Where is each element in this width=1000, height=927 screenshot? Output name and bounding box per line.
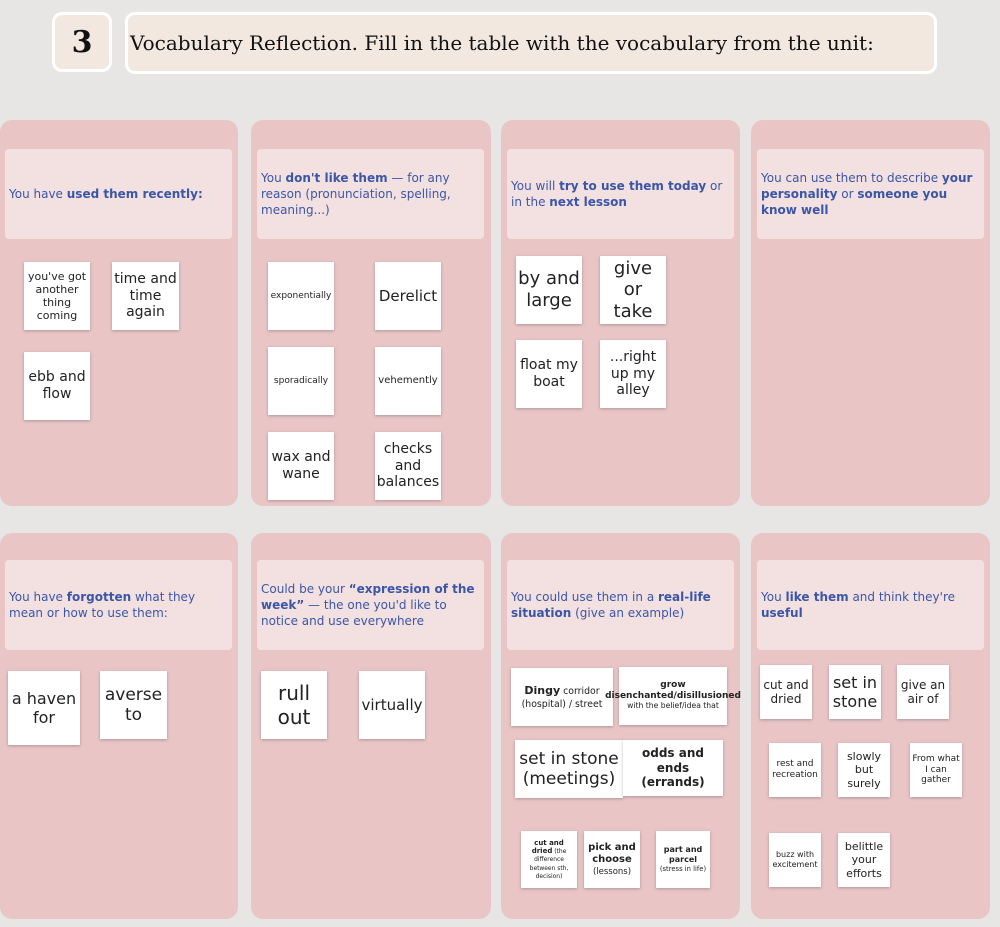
vocab-text: float my boat — [520, 357, 578, 390]
header-text-segment: next lesson — [549, 195, 627, 209]
header-text-segment: You can use them to describe — [761, 171, 942, 185]
vocab-text: set in stone — [832, 672, 878, 711]
vocab-text: you've got another thing coming — [27, 269, 87, 323]
vocab-text: a haven for — [11, 688, 77, 727]
vocab-text: rull out — [277, 681, 311, 729]
vocab-text: give an air of — [900, 677, 946, 706]
vocab-sticky-note[interactable]: ...right up my alley — [600, 340, 666, 408]
category-header-4: You can use them to describe your person… — [757, 149, 984, 239]
vocab-sticky-note[interactable]: give an air of — [897, 665, 949, 719]
vocab-sticky-note[interactable]: time and time again — [112, 262, 179, 330]
category-header-7: You could use them in a real-life situat… — [507, 560, 734, 650]
vocab-text: Derelict — [378, 287, 438, 305]
vocab-text-segment: odds and ends (errands) — [641, 746, 705, 790]
vocab-text-segment: grow disenchanted/disillusioned — [605, 679, 741, 701]
header-text-segment: You — [261, 171, 286, 185]
vocab-sticky-note[interactable]: checks and balances — [375, 432, 441, 500]
vocab-sticky-note[interactable]: belittle your efforts — [838, 833, 890, 887]
vocab-sticky-note[interactable]: odds and ends (errands) — [623, 740, 723, 796]
category-header-6: Could be your “expression of the week” —… — [257, 560, 484, 650]
vocab-text-segment: Dingy — [524, 683, 561, 697]
vocab-text: averse to — [104, 684, 163, 725]
vocab-sticky-note[interactable]: exponentially — [268, 262, 334, 330]
vocab-sticky-note[interactable]: ebb and flow — [24, 352, 90, 420]
category-header-3: You will try to use them today or in the… — [507, 149, 734, 239]
vocab-text-segment: (lessons) — [592, 866, 632, 877]
vocab-text: wax and wane — [271, 449, 331, 482]
vocab-sticky-note[interactable]: set in stone (meetings) — [515, 740, 623, 798]
header-text-segment: don't like them — [285, 171, 388, 185]
vocab-text-segment: pick and choose — [588, 841, 636, 865]
vocab-sticky-note[interactable]: Dingy corridor (hospital) / street — [511, 668, 613, 726]
vocab-text: sporadically — [273, 375, 329, 386]
vocab-sticky-note[interactable]: float my boat — [516, 340, 582, 408]
header-text-segment: You have — [9, 590, 67, 604]
vocab-text: belittle your efforts — [844, 840, 884, 880]
vocab-text: cut and dried — [763, 677, 809, 706]
vocab-sticky-note[interactable]: give or take — [600, 256, 666, 324]
vocab-text: checks and balances — [376, 440, 440, 491]
header-text-segment: You could use them in a — [511, 590, 658, 604]
vocab-text-segment: (stress in life) — [659, 865, 707, 874]
vocab-text: give or take — [613, 257, 653, 322]
vocab-sticky-note[interactable]: cut and dried (the difference between st… — [521, 831, 577, 888]
vocab-text-segment: part and parcel — [663, 845, 703, 864]
vocab-sticky-note[interactable]: set in stone — [829, 665, 881, 719]
vocab-text: vehemently — [378, 375, 438, 386]
header-text-segment: You — [761, 590, 786, 604]
vocab-sticky-note[interactable]: sporadically — [268, 347, 334, 415]
header-text-segment: like them — [785, 590, 849, 604]
vocab-text: exponentially — [270, 290, 332, 301]
vocab-sticky-note[interactable]: pick and choose (lessons) — [584, 831, 640, 888]
vocab-text: buzz with excitement — [772, 850, 818, 869]
category-header-2: You don't like them — for any reason (pr… — [257, 149, 484, 239]
vocab-sticky-note[interactable]: averse to — [100, 671, 167, 739]
header-text-segment: and think they're — [848, 590, 955, 604]
header-text-segment: You will — [511, 179, 560, 193]
category-header-5: You have forgotten what they mean or how… — [5, 560, 232, 650]
exercise-number: 3 — [52, 12, 112, 72]
vocab-text: ebb and flow — [28, 369, 86, 402]
header-text-segment: Could be your — [261, 582, 349, 596]
exercise-title: Vocabulary Reflection. Fill in the table… — [125, 12, 937, 74]
vocab-sticky-note[interactable]: by and large — [516, 256, 582, 324]
vocab-sticky-note[interactable]: virtually — [359, 671, 425, 739]
header-text-segment: (give an example) — [571, 606, 685, 620]
vocab-sticky-note[interactable]: grow disenchanted/disillusioned with the… — [605, 667, 741, 725]
header-text-segment: or — [837, 187, 858, 201]
category-header-8: You like them and think they're useful — [757, 560, 984, 650]
category-header-1: You have used them recently: — [5, 149, 232, 239]
header-text-segment: used them recently: — [66, 187, 203, 201]
vocab-sticky-note[interactable]: buzz with excitement — [769, 833, 821, 887]
vocab-text: rest and recreation — [772, 759, 818, 780]
vocab-sticky-note[interactable]: part and parcel (stress in life) — [656, 831, 710, 888]
vocab-text: From what I can gather — [912, 753, 960, 786]
vocab-text-segment: with the belief/idea that — [627, 701, 719, 711]
vocab-sticky-note[interactable]: you've got another thing coming — [24, 262, 90, 330]
vocab-sticky-note[interactable]: wax and wane — [268, 432, 334, 500]
vocab-text: slowly but surely — [846, 750, 882, 790]
vocab-text: set in stone (meetings) — [519, 748, 619, 789]
vocab-text: time and time again — [114, 270, 177, 321]
header-text-segment: forgotten — [66, 590, 132, 604]
vocab-sticky-note[interactable]: rull out — [261, 671, 327, 739]
vocab-text: by and large — [518, 268, 580, 311]
header-text-segment: try to use them today — [559, 179, 707, 193]
vocab-sticky-note[interactable]: slowly but surely — [838, 743, 890, 797]
header-text-segment: useful — [761, 606, 803, 620]
vocab-sticky-note[interactable]: From what I can gather — [910, 743, 962, 797]
vocab-sticky-note[interactable]: rest and recreation — [769, 743, 821, 797]
vocab-sticky-note[interactable]: vehemently — [375, 347, 441, 415]
vocab-sticky-note[interactable]: a haven for — [8, 671, 80, 745]
header-text-segment: You have — [9, 187, 67, 201]
vocab-text: virtually — [361, 696, 423, 714]
vocab-sticky-note[interactable]: cut and dried — [760, 665, 812, 719]
vocab-sticky-note[interactable]: Derelict — [375, 262, 441, 330]
vocab-text: ...right up my alley — [609, 348, 657, 399]
